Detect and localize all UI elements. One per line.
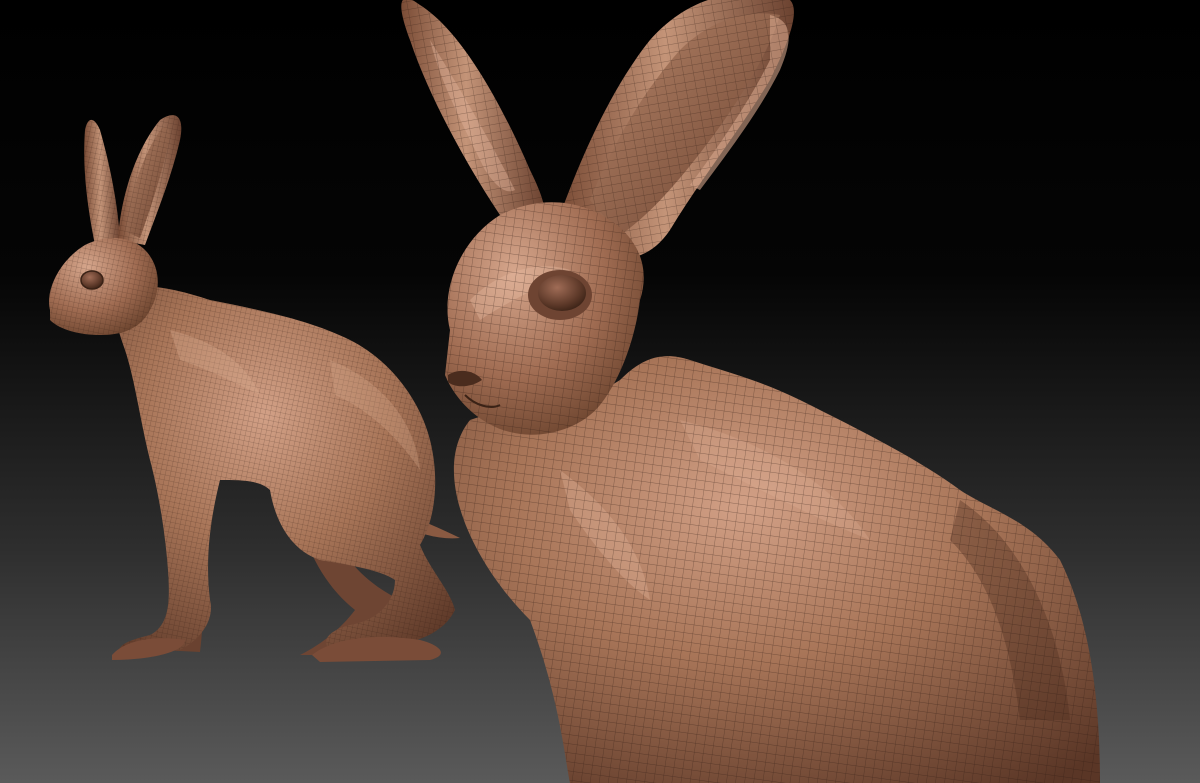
hare-eye-large — [538, 275, 586, 311]
hare-eye-small — [80, 270, 104, 290]
viewport-canvas — [0, 0, 1200, 783]
sculpt-viewport — [0, 0, 1200, 783]
